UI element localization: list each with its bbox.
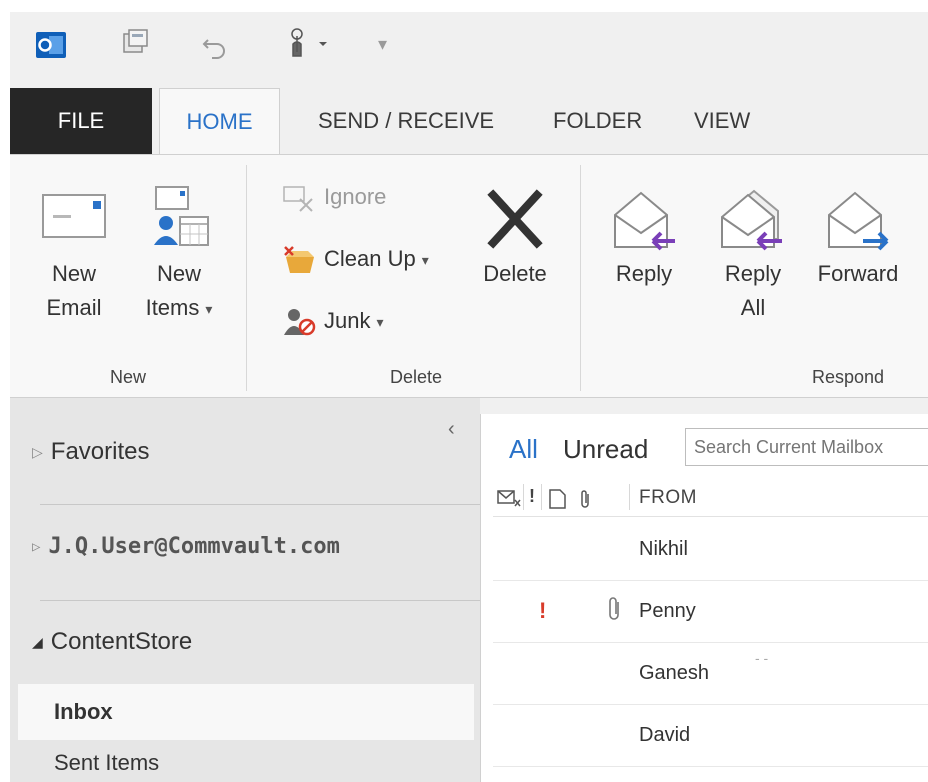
tab-view[interactable]: VIEW	[676, 88, 768, 154]
folder-sent-items[interactable]: Sent Items	[10, 750, 470, 776]
attachment-column-icon[interactable]	[577, 488, 593, 515]
tab-home[interactable]: HOME	[159, 88, 280, 156]
ignore-icon	[283, 186, 313, 212]
message-sender: Ganesh	[639, 662, 710, 684]
reply-button[interactable]: Reply	[604, 177, 684, 291]
ignore-button[interactable]: Ignore	[282, 177, 386, 217]
filter-all[interactable]: All	[509, 434, 538, 465]
group-label-new: New	[109, 367, 146, 387]
collapse-triangle-icon[interactable]: ◢	[32, 634, 43, 650]
expand-triangle-icon[interactable]: ▷	[32, 539, 40, 555]
group-divider	[580, 165, 581, 391]
folder-inbox[interactable]: Inbox	[18, 684, 474, 740]
search-input[interactable]	[685, 428, 928, 466]
message-row[interactable]: Ganesh - -	[493, 644, 928, 705]
filter-unread[interactable]: Unread	[563, 434, 648, 465]
attachment-icon	[607, 596, 623, 627]
divider	[40, 600, 480, 601]
new-email-icon	[34, 177, 114, 257]
message-list-pane: All Unread ! FROM Nikhil !	[480, 398, 928, 782]
column-divider	[523, 484, 524, 510]
expand-triangle-icon[interactable]: ▷	[32, 444, 43, 460]
message-sender: David	[639, 724, 691, 746]
chevron-down-icon: ▾	[421, 252, 429, 269]
outlook-logo-icon	[36, 30, 66, 60]
clean-up-icon	[284, 246, 314, 274]
from-column-header[interactable]: FROM	[639, 487, 697, 509]
delete-x-icon	[472, 177, 558, 257]
group-label-delete: Delete	[389, 367, 443, 387]
message-sender: Penny	[639, 600, 696, 622]
clean-up-button[interactable]: Clean Up ▾	[282, 239, 429, 279]
ribbon-home: New Email New Items ▾ New Ignore Clean U…	[10, 154, 928, 398]
reminder-column-icon[interactable]	[497, 488, 521, 513]
tab-folder[interactable]: FOLDER	[535, 88, 660, 154]
reply-all-icon	[710, 177, 796, 257]
message-preview: - -	[755, 650, 769, 666]
high-importance-icon: !	[539, 598, 547, 623]
forward-button[interactable]: Forward	[806, 177, 910, 291]
new-items-button[interactable]: New Items ▾	[136, 177, 222, 326]
touch-mode-icon[interactable]	[285, 26, 345, 65]
message-row[interactable]: ! Penny	[493, 582, 928, 643]
message-row[interactable]: David	[493, 706, 928, 767]
folder-favorites[interactable]: ▷ Favorites	[10, 438, 470, 466]
message-list: All Unread ! FROM Nikhil !	[480, 414, 928, 782]
divider	[40, 504, 480, 505]
new-items-icon	[136, 177, 222, 257]
customize-qat-icon[interactable]: ▾	[378, 34, 387, 55]
delete-button[interactable]: Delete	[472, 177, 558, 291]
column-divider	[629, 484, 630, 510]
undo-icon[interactable]	[200, 30, 230, 65]
junk-icon	[284, 309, 316, 336]
chevron-down-icon: ▾	[376, 314, 384, 331]
send-receive-all-icon[interactable]	[120, 28, 150, 63]
tab-file[interactable]: FILE	[10, 88, 152, 154]
group-label-respond: Respond	[811, 367, 885, 387]
junk-button[interactable]: Junk ▾	[282, 301, 384, 341]
item-type-column-icon[interactable]	[547, 488, 567, 515]
chevron-down-icon: ▾	[205, 301, 213, 318]
folder-contentstore[interactable]: ◢ ContentStore	[10, 628, 470, 656]
ribbon-tabs: FILE HOME SEND / RECEIVE FOLDER VIEW	[10, 88, 928, 156]
column-divider	[541, 484, 542, 510]
tab-send-receive[interactable]: SEND / RECEIVE	[300, 88, 512, 154]
forward-icon	[806, 177, 910, 257]
reply-all-button[interactable]: Reply All	[710, 177, 796, 325]
reply-icon	[604, 177, 684, 257]
group-divider	[246, 165, 247, 391]
importance-column-icon[interactable]: !	[529, 486, 535, 507]
folder-account[interactable]: ▷ J.Q.User@Commvault.com	[10, 534, 470, 559]
message-sender: Nikhil	[639, 538, 688, 560]
folder-pane: ‹ ▷ Favorites ▷ J.Q.User@Commvault.com ◢ Co…	[10, 398, 480, 782]
column-header: ! FROM	[493, 480, 928, 517]
message-row[interactable]: Nikhil	[493, 520, 928, 581]
new-email-button[interactable]: New Email	[34, 177, 114, 325]
quick-access-toolbar: ▾	[10, 12, 928, 88]
